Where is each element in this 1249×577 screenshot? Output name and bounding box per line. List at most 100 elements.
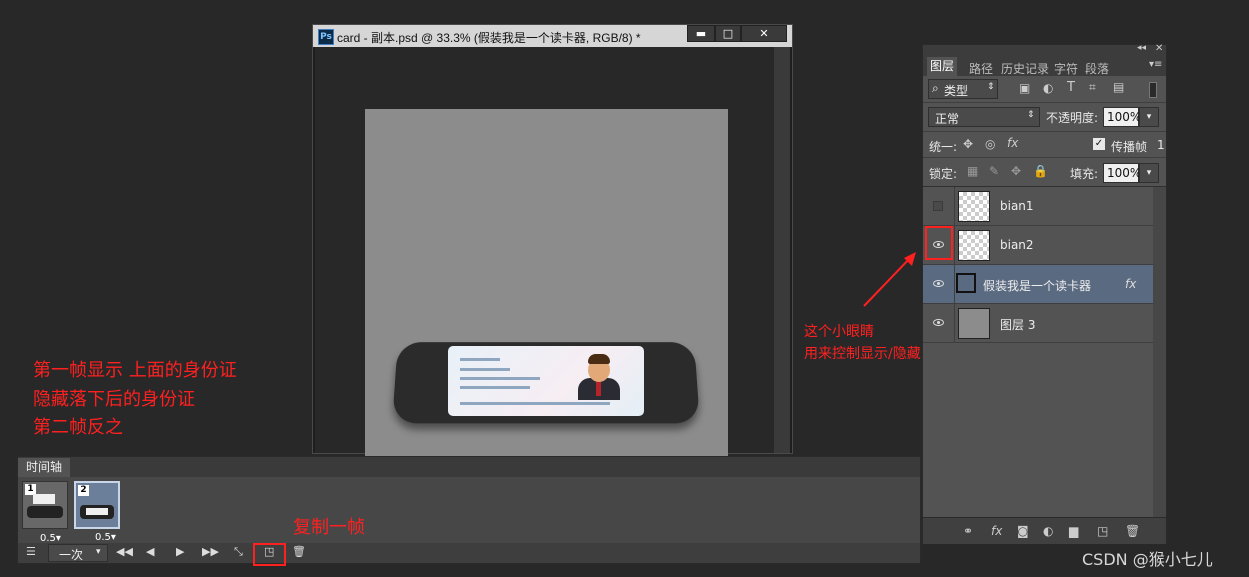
layer-row-selected[interactable]: 假装我是一个读卡器 fx xyxy=(923,265,1153,304)
vertical-scrollbar[interactable] xyxy=(774,47,790,453)
fx-icon[interactable]: fx xyxy=(991,524,1002,538)
opacity-label: 不透明度: xyxy=(1046,111,1099,125)
close-panel-icon[interactable]: ✕ xyxy=(1155,43,1163,54)
eye-icon[interactable] xyxy=(933,280,944,287)
frame-number: 2 xyxy=(78,485,89,496)
layer-row[interactable]: 图层 3 xyxy=(923,304,1153,343)
lock-position-icon[interactable]: ✥ xyxy=(1011,164,1021,178)
lock-row: 锁定: ▦ ✎ ✥ 🔒 填充: 100% ▾ xyxy=(923,158,1166,187)
layer-row[interactable]: bian1 xyxy=(923,187,1153,226)
eye-highlight-box xyxy=(925,226,953,260)
visibility-toggle[interactable] xyxy=(923,265,955,303)
mask-icon[interactable]: ◙ xyxy=(1017,524,1029,538)
fx-icon[interactable]: fx xyxy=(1125,277,1136,291)
link-icon[interactable]: ⚭ xyxy=(963,524,973,538)
eye-icon[interactable] xyxy=(933,319,944,326)
layer-name: 假装我是一个读卡器 xyxy=(983,279,1092,293)
document-titlebar[interactable]: Ps card - 副本.psd @ 33.3% (假装我是一个读卡器, RGB… xyxy=(313,25,792,47)
blend-mode-dropdown[interactable]: 正常 ⇕ xyxy=(928,107,1040,127)
chevron-updown-icon: ⇕ xyxy=(1027,110,1035,120)
layer-thumbnail xyxy=(958,230,990,261)
unify-style-icon[interactable]: fx xyxy=(1007,136,1018,150)
opacity-value: 100% xyxy=(1107,110,1142,124)
id-card-text-line xyxy=(460,358,500,361)
layers-panel: ◂◂ ✕ 图层 路径 历史记录 字符 段落 ▾≡ ⌕ 类型 ⇕ ▣ ◐ T ⌗ … xyxy=(922,43,1167,544)
adjustment-filter-icon[interactable]: ◐ xyxy=(1043,81,1053,95)
id-card-text-line xyxy=(460,386,530,389)
propagate-frame-number: 1 xyxy=(1157,138,1165,152)
hidden-eye-slot[interactable] xyxy=(933,201,943,211)
maximize-button[interactable]: □ xyxy=(715,25,741,42)
filter-toggle-switch[interactable] xyxy=(1149,82,1157,98)
adjustment-icon[interactable]: ◐ xyxy=(1043,524,1053,538)
chevron-down-icon: ▾ xyxy=(96,547,101,557)
visibility-toggle[interactable] xyxy=(923,304,955,342)
watermark: CSDN @猴小七儿 xyxy=(1082,550,1213,569)
annotation-duplicate: 复制一帧 xyxy=(293,517,365,538)
frame-delay[interactable]: 0.5▾ xyxy=(95,532,116,543)
tween-icon[interactable]: ⤡ xyxy=(234,545,243,559)
tab-timeline[interactable]: 时间轴 xyxy=(18,458,71,477)
delete-frame-icon[interactable]: 🗑 xyxy=(292,545,306,558)
shape-filter-icon[interactable]: ⌗ xyxy=(1089,80,1096,95)
next-frame-icon[interactable]: ▶▶ xyxy=(202,545,219,558)
annotation-frames-line-2: 隐藏落下后的身份证 xyxy=(33,389,195,410)
convert-timeline-icon[interactable]: ☰ xyxy=(26,545,36,558)
visibility-toggle[interactable] xyxy=(923,187,955,225)
layer-name: bian2 xyxy=(1000,238,1034,252)
pixel-filter-icon[interactable]: ▣ xyxy=(1019,81,1030,95)
document-window: Ps card - 副本.psd @ 33.3% (假装我是一个读卡器, RGB… xyxy=(312,24,793,469)
folder-icon[interactable]: ▆ xyxy=(1069,524,1078,538)
opacity-field[interactable]: 100% xyxy=(1103,107,1142,127)
minimize-button[interactable]: ▬ xyxy=(687,25,715,42)
first-frame-icon[interactable]: ◀◀ xyxy=(116,545,133,558)
id-card-text-line xyxy=(460,402,610,405)
loop-dropdown[interactable]: 一次 ▾ xyxy=(48,544,108,562)
avatar-hair xyxy=(588,354,610,364)
frame-1[interactable]: 1 0.5▾ xyxy=(22,481,68,544)
layer-thumbnail xyxy=(958,191,990,222)
trash-icon[interactable]: 🗑 xyxy=(1125,524,1140,538)
propagate-checkbox[interactable]: ✓ xyxy=(1093,138,1105,150)
panel-header: ◂◂ ✕ xyxy=(923,43,1166,57)
canvas-area[interactable] xyxy=(315,47,774,469)
unify-row: 统一: ✥ ◎ fx ✓ 传播帧 1 xyxy=(923,132,1166,158)
previous-frame-icon[interactable]: ◀ xyxy=(146,545,154,558)
layers-scrollbar[interactable] xyxy=(1153,187,1166,517)
type-filter-icon[interactable]: T xyxy=(1067,80,1075,95)
frames-strip: 1 0.5▾ 2 0.5▾ xyxy=(18,477,920,544)
lock-transparent-icon[interactable]: ▦ xyxy=(967,164,978,178)
tab-character[interactable]: 字符 xyxy=(1054,60,1078,77)
tab-history[interactable]: 历史记录 xyxy=(1001,60,1049,77)
layer-row[interactable]: bian2 xyxy=(923,226,1153,265)
fill-value: 100% xyxy=(1107,166,1142,180)
filter-kind-label: 类型 xyxy=(944,84,969,98)
timeline-controls: ☰ 一次 ▾ ◀◀ ◀ ▶ ▶▶ ⤡ ◳ 🗑 xyxy=(18,543,920,563)
lock-all-icon[interactable]: 🔒 xyxy=(1033,164,1048,178)
annotation-frames-line-1: 第一帧显示 上面的身份证 xyxy=(33,360,237,381)
fill-field[interactable]: 100% xyxy=(1103,163,1142,183)
collapse-icon[interactable]: ◂◂ xyxy=(1137,43,1146,53)
tab-paths[interactable]: 路径 xyxy=(969,60,993,77)
unify-visibility-icon[interactable]: ◎ xyxy=(985,137,995,151)
tab-paragraph[interactable]: 段落 xyxy=(1085,60,1109,77)
filter-kind-dropdown[interactable]: ⌕ 类型 ⇕ xyxy=(928,79,998,99)
close-button[interactable]: ✕ xyxy=(741,25,787,42)
annotation-eye-line-1: 这个小眼睛 xyxy=(804,324,874,340)
frame-thumbnail xyxy=(27,506,63,518)
search-icon: ⌕ xyxy=(932,81,939,95)
new-layer-icon[interactable]: ◳ xyxy=(1097,524,1108,538)
play-icon[interactable]: ▶ xyxy=(176,545,184,558)
smart-object-filter-icon[interactable]: ▤ xyxy=(1113,80,1124,94)
unify-position-icon[interactable]: ✥ xyxy=(963,137,973,151)
lock-image-icon[interactable]: ✎ xyxy=(989,164,999,178)
annotation-arrow xyxy=(863,252,916,307)
panel-menu-icon[interactable]: ▾≡ xyxy=(1149,59,1162,70)
propagate-label: 传播帧 xyxy=(1111,140,1148,154)
opacity-slider-button[interactable]: ▾ xyxy=(1139,107,1159,127)
fill-slider-button[interactable]: ▾ xyxy=(1139,163,1159,183)
layers-panel-footer: ⚭ fx ◙ ◐ ▆ ◳ 🗑 xyxy=(923,517,1166,544)
frame-2-selected[interactable]: 2 0.5▾ xyxy=(74,481,120,543)
document-canvas[interactable] xyxy=(365,109,728,469)
tab-layers[interactable]: 图层 xyxy=(927,57,958,76)
